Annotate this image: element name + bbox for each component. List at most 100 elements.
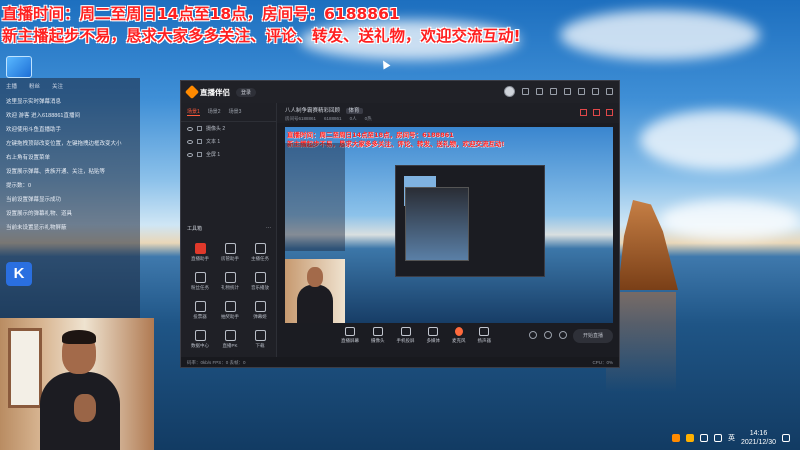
tool-music[interactable]: 音乐播放 (245, 272, 275, 291)
appeal-text: 新主播起步不易，恳求大家多多关注、评论、转发、送礼物，欢迎交流互动! (2, 27, 521, 45)
notification-icon[interactable] (782, 434, 790, 442)
share-icon[interactable] (580, 109, 587, 116)
source-label: 全屏 1 (206, 152, 221, 158)
data-icon (194, 330, 206, 341)
room-title[interactable]: 八人制争霸赛精彩回顾 (285, 108, 340, 114)
tool-label: 房管助手 (221, 256, 239, 261)
toolbox-more-button[interactable]: ··· (266, 225, 271, 232)
source-toolbar: 直播屏幕 摄像头 手机投屏 多媒体 麦克风 扬声器 开始直播 (277, 325, 619, 357)
tool-vote[interactable]: 投票器 (185, 301, 215, 320)
add-media-button[interactable]: 多媒体 (426, 327, 441, 344)
network-icon[interactable] (699, 434, 708, 442)
microphone-button[interactable]: 麦克风 (452, 327, 466, 344)
toolbar-label: 摄像头 (371, 338, 385, 343)
window-titlebar[interactable]: 直播伴侣 登录 (181, 81, 619, 103)
tool-download[interactable]: 下载 (245, 330, 275, 349)
tool-data-center[interactable]: 数据中心 (185, 330, 215, 349)
settings-icon[interactable] (550, 88, 557, 95)
room-category-tag[interactable]: 体育 (345, 108, 363, 114)
chat-header-tab[interactable]: 主播 (6, 82, 17, 90)
preview-toggle-icon[interactable] (544, 331, 552, 339)
user-avatar[interactable] (504, 86, 515, 97)
add-screen-button[interactable]: 直播屏幕 (341, 327, 359, 344)
screen-icon (345, 327, 355, 336)
cpu-usage: CPU：0% (592, 360, 613, 365)
status-bar: 码率：0kb/s FPS：0 丢帧：0 CPU：0% (181, 357, 619, 367)
record-settings-icon[interactable] (529, 331, 537, 339)
maximize-icon[interactable] (592, 88, 599, 95)
stream-preview[interactable]: 直播时间：周二至周日14点至18点，房间号：6188861 新主播起步不易，恳求… (285, 127, 613, 323)
room-action-icons (580, 109, 613, 116)
record-icon[interactable] (606, 109, 613, 116)
add-camera-button[interactable]: 摄像头 (371, 327, 385, 344)
tool-room-admin[interactable]: 房管助手 (215, 243, 245, 262)
app-name: 直播伴侣 (200, 87, 230, 97)
message-icon[interactable] (522, 88, 529, 95)
chat-message: 设置展示弹幕、贵族开通、关注，粘贴等 (6, 169, 106, 175)
clock-time: 14:16 (749, 430, 768, 437)
login-button[interactable]: 登录 (236, 87, 257, 97)
scene-sidebar: 场景1 场景2 场景3 摄像头 2 文本 1 全屏 1 工具箱 ··· 直播助手… (181, 103, 277, 367)
toolbox-header: 工具箱 ··· (187, 225, 271, 232)
tab-scene-1[interactable]: 场景1 (187, 108, 200, 116)
chat-message: 提示数：0 (6, 183, 32, 189)
chat-header-tab[interactable]: 粉丝 (29, 82, 40, 90)
visibility-icon[interactable] (187, 126, 193, 131)
chat-header-tab[interactable]: 关注 (52, 82, 63, 90)
phone-icon (400, 327, 411, 336)
logo-icon (184, 84, 200, 100)
source-item[interactable]: 文本 1 (181, 135, 276, 148)
start-stream-button[interactable]: 开始直播 (573, 329, 613, 343)
edit-icon[interactable] (593, 109, 600, 116)
tool-danmaku[interactable]: 弹幕姬 (245, 301, 275, 320)
tool-fan-tasks[interactable]: 粉丝任务 (185, 272, 215, 291)
toolbar-label: 手机投屏 (396, 338, 415, 343)
cloud (560, 10, 760, 60)
vote-icon (194, 301, 206, 312)
source-item[interactable]: 全屏 1 (181, 148, 276, 161)
tool-gift-stats[interactable]: 礼物统计 (215, 272, 245, 291)
menu-icon[interactable] (564, 88, 571, 95)
minimize-icon[interactable] (578, 88, 585, 95)
streamer (40, 330, 120, 450)
room-id: 房间号6188861 (285, 116, 317, 121)
tab-scene-2[interactable]: 场景2 (208, 108, 221, 116)
tool-streamer-tasks[interactable]: 主播任务 (245, 243, 275, 262)
visibility-icon[interactable] (187, 152, 193, 157)
chat-message: 这里显示实时弹幕消息 (6, 99, 62, 105)
gift-stats-icon (224, 272, 236, 283)
tool-label: 下载 (255, 343, 265, 348)
cloud (660, 200, 800, 240)
k-app-icon[interactable]: K (6, 262, 32, 286)
tab-scene-3[interactable]: 场景3 (229, 108, 242, 116)
source-label: 摄像头 2 (206, 126, 226, 132)
tool-label: 主播任务 (251, 256, 269, 261)
folder-tray-icon[interactable] (685, 434, 694, 442)
tool-pk[interactable]: 直播PK (215, 330, 245, 349)
close-icon[interactable] (606, 88, 613, 95)
tool-label: 直播助手 (191, 256, 209, 261)
live-app-tray-icon[interactable] (671, 434, 680, 442)
source-label: 文本 1 (206, 139, 221, 145)
download-icon (254, 330, 266, 341)
phone-cast-button[interactable]: 手机投屏 (397, 327, 415, 344)
chat-message: 设置展示的弹幕礼物、道具 (6, 211, 73, 217)
speaker-button[interactable]: 扬声器 (478, 327, 491, 344)
volume-icon[interactable] (713, 434, 722, 442)
tool-live-assistant[interactable]: 直播助手 (185, 243, 215, 262)
camera-source-icon (197, 126, 202, 131)
chat-message: 当前设置弹幕显示成功 (6, 197, 62, 203)
source-item[interactable]: 摄像头 2 (181, 122, 276, 135)
stream-settings-controls (529, 331, 567, 339)
ime-indicator[interactable]: 英 (728, 433, 735, 443)
desktop-app-icon[interactable] (6, 56, 32, 78)
toolbar-label: 多媒体 (426, 338, 441, 343)
gear-icon[interactable] (559, 331, 567, 339)
gift-icon[interactable] (536, 88, 543, 95)
viewer-count: 0人 (349, 116, 357, 121)
taskbar-clock[interactable]: 14:16 2021/12/30 (741, 429, 776, 447)
visibility-icon[interactable] (187, 139, 193, 144)
live-companion-window[interactable]: 直播伴侣 登录 场景1 场景2 场景3 摄像头 2 文本 1 全屏 1 工具箱 … (180, 80, 620, 368)
tool-lottery[interactable]: 抽奖助手 (215, 301, 245, 320)
task-icon (254, 243, 266, 254)
